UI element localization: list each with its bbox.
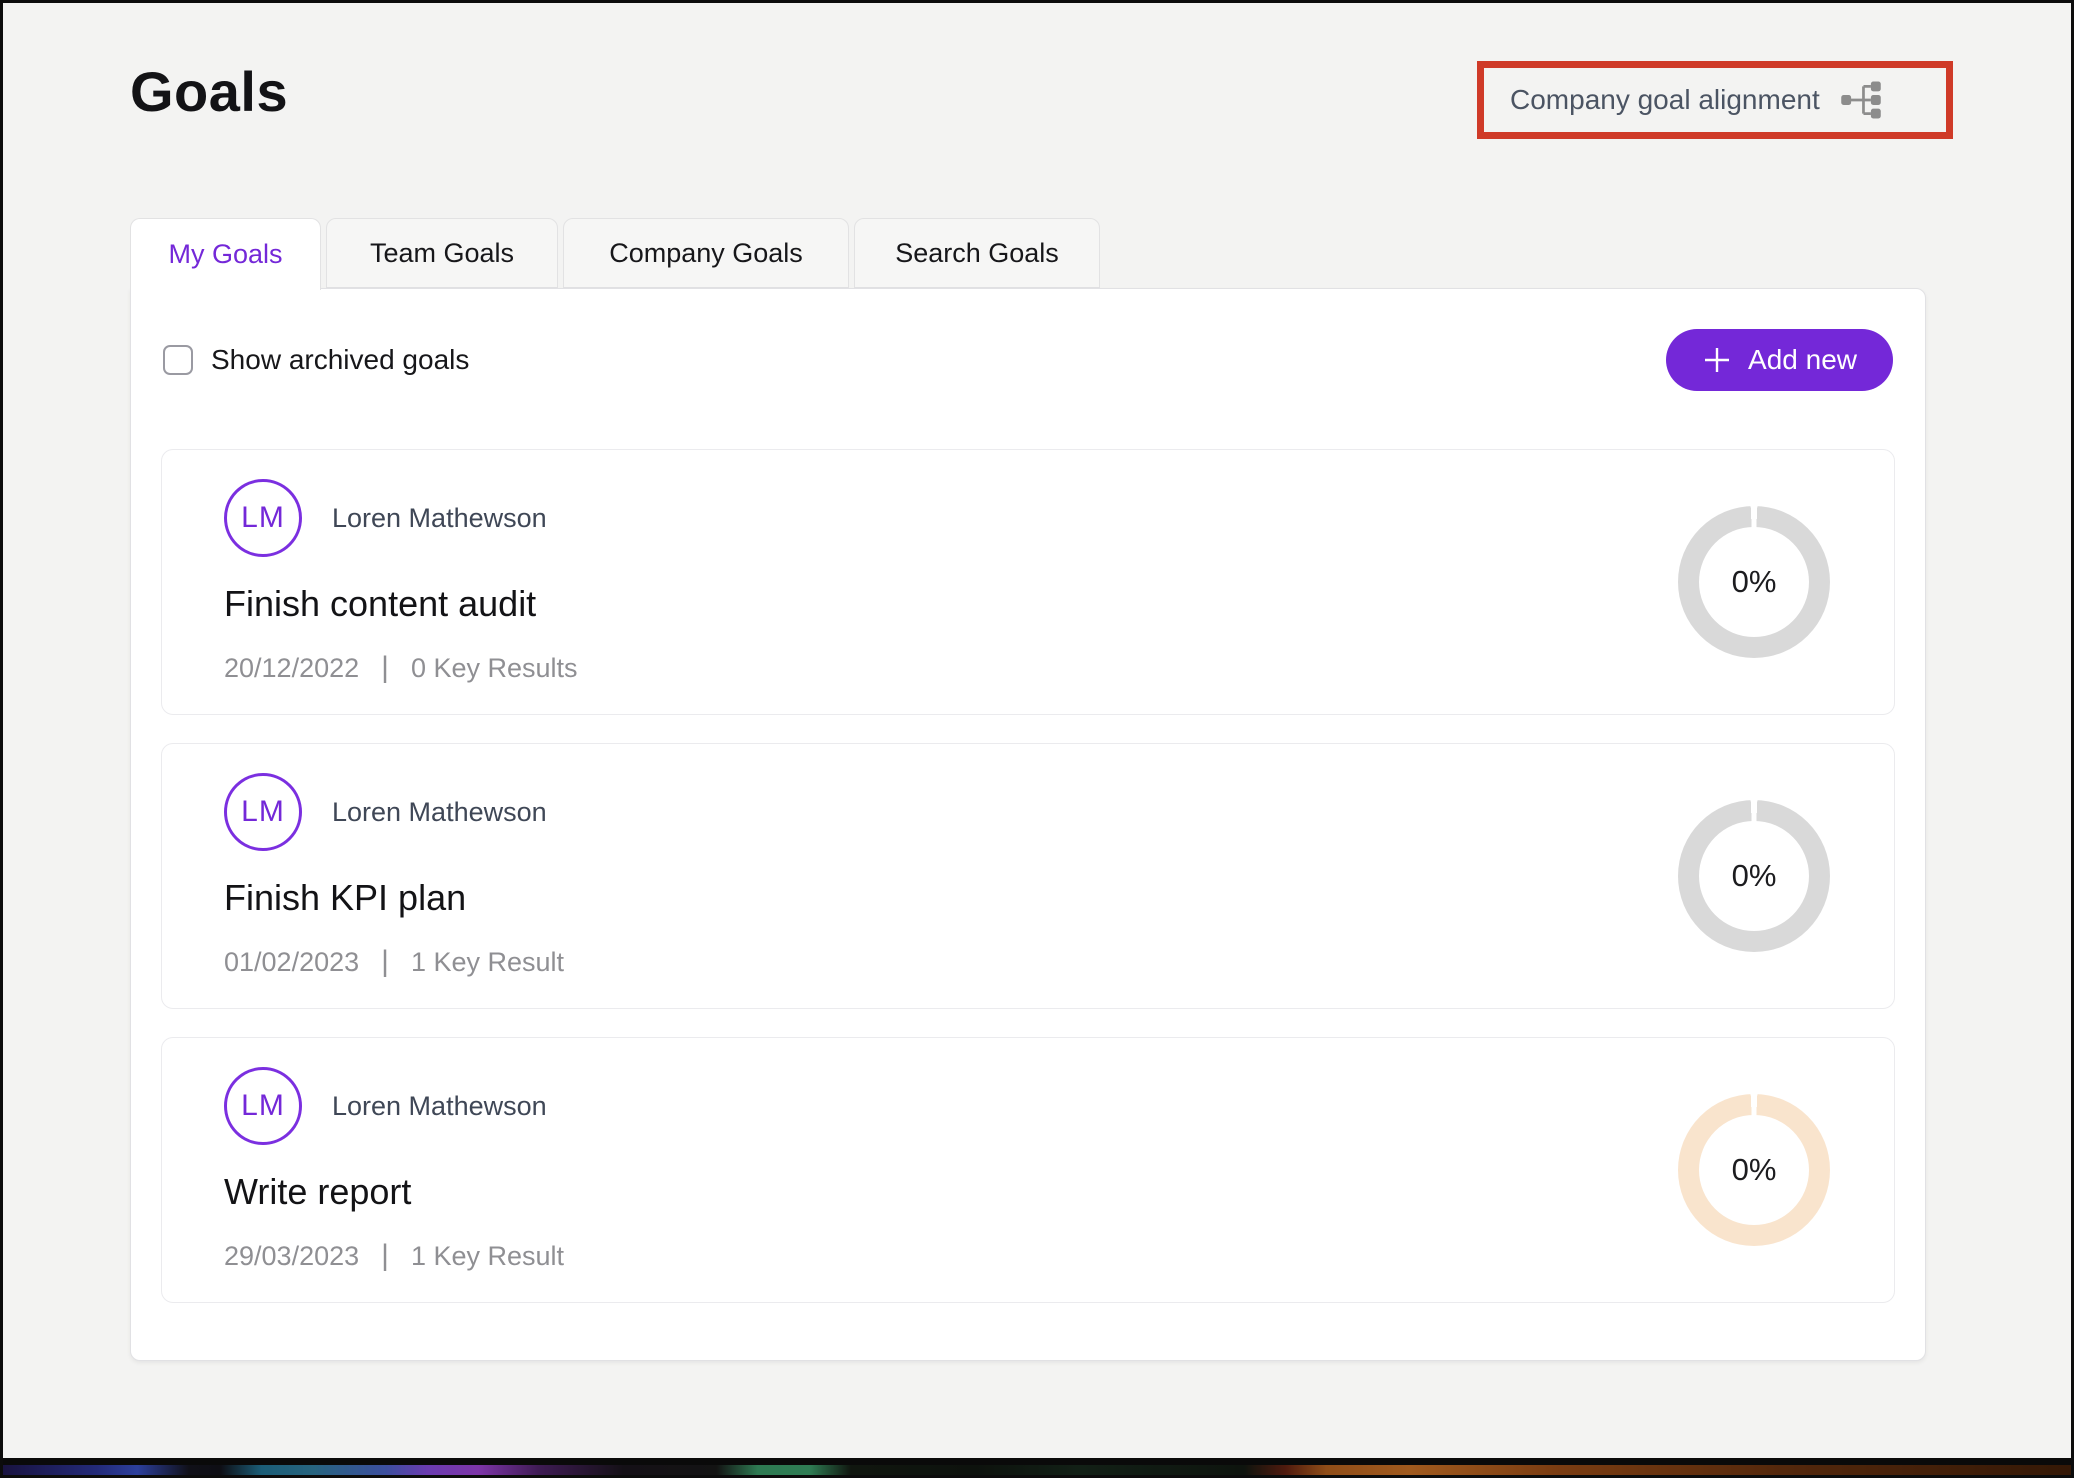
my-goals-panel: Show archived goals Add new LM Loren Mat… bbox=[130, 288, 1926, 1361]
meta-separator: | bbox=[381, 945, 389, 979]
goal-owner-name: Loren Mathewson bbox=[332, 503, 547, 534]
progress-donut: 0% bbox=[1678, 506, 1830, 658]
plus-icon bbox=[1702, 345, 1732, 375]
goal-key-results: 1 Key Result bbox=[411, 947, 564, 978]
goal-due-date: 20/12/2022 bbox=[224, 653, 359, 684]
goal-due-date: 01/02/2023 bbox=[224, 947, 359, 978]
tab-my-goals[interactable]: My Goals bbox=[130, 218, 321, 290]
company-goal-alignment-label: Company goal alignment bbox=[1510, 84, 1820, 116]
goal-card[interactable]: LM Loren Mathewson Finish KPI plan 01/02… bbox=[161, 743, 1895, 1009]
goals-toolbar: Show archived goals Add new bbox=[163, 329, 1893, 391]
progress-value: 0% bbox=[1732, 1152, 1777, 1188]
goal-meta: 29/03/2023 | 1 Key Result bbox=[224, 1239, 1678, 1273]
goal-card-content: LM Loren Mathewson Write report 29/03/20… bbox=[224, 1067, 1678, 1273]
progress-donut-hole: 0% bbox=[1699, 527, 1809, 637]
meta-separator: | bbox=[381, 1239, 389, 1273]
goal-meta: 20/12/2022 | 0 Key Results bbox=[224, 651, 1678, 685]
goal-card[interactable]: LM Loren Mathewson Finish content audit … bbox=[161, 449, 1895, 715]
goal-owner-name: Loren Mathewson bbox=[332, 1091, 547, 1122]
goal-owner-name: Loren Mathewson bbox=[332, 797, 547, 828]
goal-title: Write report bbox=[224, 1171, 1678, 1213]
progress-donut-hole: 0% bbox=[1699, 821, 1809, 931]
tab-team-goals[interactable]: Team Goals bbox=[326, 218, 558, 288]
goal-owner-row: LM Loren Mathewson bbox=[224, 773, 1678, 851]
progress-donut: 0% bbox=[1678, 1094, 1830, 1246]
progress-donut-hole: 0% bbox=[1699, 1115, 1809, 1225]
org-chart-icon bbox=[1840, 81, 1882, 119]
goals-tabs: My Goals Team Goals Company Goals Search… bbox=[130, 218, 1100, 290]
goal-owner-row: LM Loren Mathewson bbox=[224, 479, 1678, 557]
show-archived-toggle[interactable]: Show archived goals bbox=[163, 344, 469, 376]
goal-meta: 01/02/2023 | 1 Key Result bbox=[224, 945, 1678, 979]
goal-key-results: 0 Key Results bbox=[411, 653, 578, 684]
add-new-label: Add new bbox=[1748, 344, 1857, 376]
show-archived-label: Show archived goals bbox=[211, 344, 469, 376]
progress-value: 0% bbox=[1732, 564, 1777, 600]
progress-value: 0% bbox=[1732, 858, 1777, 894]
goals-page: Goals Company goal alignment My Goals Te… bbox=[0, 0, 2074, 1478]
tab-search-goals[interactable]: Search Goals bbox=[854, 218, 1100, 288]
goal-card-content: LM Loren Mathewson Finish KPI plan 01/02… bbox=[224, 773, 1678, 979]
desktop-wallpaper-sliver bbox=[3, 1465, 2071, 1475]
tab-company-goals[interactable]: Company Goals bbox=[563, 218, 849, 288]
goal-title: Finish content audit bbox=[224, 583, 1678, 625]
goal-card-list: LM Loren Mathewson Finish content audit … bbox=[161, 449, 1895, 1303]
goal-card[interactable]: LM Loren Mathewson Write report 29/03/20… bbox=[161, 1037, 1895, 1303]
avatar: LM bbox=[224, 773, 302, 851]
goal-title: Finish KPI plan bbox=[224, 877, 1678, 919]
meta-separator: | bbox=[381, 651, 389, 685]
show-archived-checkbox[interactable] bbox=[163, 345, 193, 375]
goal-key-results: 1 Key Result bbox=[411, 1241, 564, 1272]
page-title: Goals bbox=[130, 59, 288, 124]
window-bottom-edge bbox=[3, 1458, 2071, 1465]
goal-owner-row: LM Loren Mathewson bbox=[224, 1067, 1678, 1145]
progress-donut: 0% bbox=[1678, 800, 1830, 952]
goal-card-content: LM Loren Mathewson Finish content audit … bbox=[224, 479, 1678, 685]
avatar: LM bbox=[224, 1067, 302, 1145]
goal-due-date: 29/03/2023 bbox=[224, 1241, 359, 1272]
add-new-button[interactable]: Add new bbox=[1666, 329, 1893, 391]
avatar: LM bbox=[224, 479, 302, 557]
company-goal-alignment-button[interactable]: Company goal alignment bbox=[1477, 61, 1953, 139]
